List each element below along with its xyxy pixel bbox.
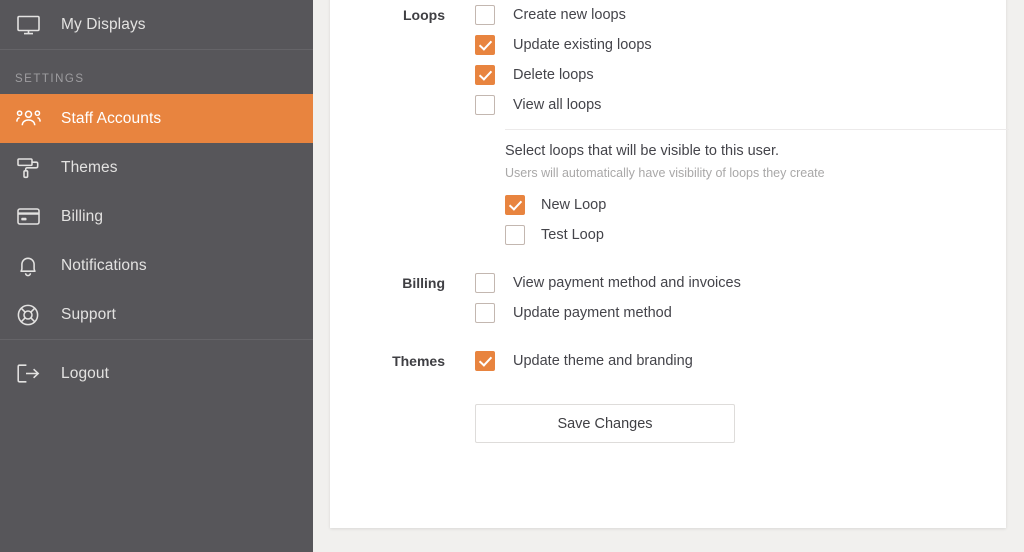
- sidebar-item-support[interactable]: Support: [0, 290, 313, 339]
- checkbox-view-all-loops[interactable]: [475, 95, 495, 115]
- permission-group-themes: Themes Update theme and branding: [330, 346, 1006, 376]
- checkbox-update-theme-and-branding[interactable]: [475, 351, 495, 371]
- permissions-form: Loops Create new loops Update existing l…: [330, 0, 1009, 443]
- loop-visibility-section: Select loops that will be visible to thi…: [505, 120, 1009, 250]
- checkbox-row-update-payment-method[interactable]: Update payment method: [475, 298, 1006, 328]
- checkbox-row-view-payment-method-and-invoices[interactable]: View payment method and invoices: [475, 268, 1006, 298]
- logout-arrow-icon: [14, 362, 42, 386]
- credit-card-icon: [14, 205, 42, 229]
- monitor-icon: [14, 13, 42, 37]
- sidebar: My Displays SETTINGS Staff Accounts Them…: [0, 0, 313, 552]
- group-options-billing: View payment method and invoices Update …: [445, 268, 1006, 328]
- sidebar-item-label: Notifications: [61, 256, 147, 274]
- checkbox-label: New Loop: [541, 197, 607, 213]
- checkbox-label: Update theme and branding: [513, 353, 693, 369]
- sidebar-item-label: Logout: [61, 364, 110, 382]
- sidebar-item-label: Billing: [61, 207, 104, 225]
- checkbox-row-update-theme-and-branding[interactable]: Update theme and branding: [475, 346, 1006, 376]
- loop-visibility-subtitle: Users will automatically have visibility…: [505, 166, 825, 180]
- save-changes-button[interactable]: Save Changes: [475, 404, 735, 443]
- checkbox-label: Update payment method: [513, 305, 672, 321]
- bell-icon: [14, 254, 42, 278]
- checkbox-test-loop[interactable]: [505, 225, 525, 245]
- group-label-themes: Themes: [392, 353, 445, 369]
- sidebar-item-my-displays[interactable]: My Displays: [0, 0, 313, 49]
- checkbox-label: Create new loops: [513, 7, 626, 23]
- sidebar-item-label: My Displays: [61, 15, 146, 33]
- group-label-billing: Billing: [402, 275, 445, 291]
- checkbox-row-new-loop[interactable]: New Loop: [505, 190, 1009, 220]
- permissions-card: Loops Create new loops Update existing l…: [330, 0, 1009, 528]
- checkbox-view-payment-method-and-invoices[interactable]: [475, 273, 495, 293]
- row-spacer: [330, 250, 1006, 268]
- lifebuoy-icon: [14, 303, 42, 327]
- sidebar-item-label: Staff Accounts: [61, 109, 162, 127]
- sidebar-item-staff-accounts[interactable]: Staff Accounts: [0, 94, 313, 143]
- paint-roller-icon: [14, 156, 42, 180]
- checkbox-update-payment-method[interactable]: [475, 303, 495, 323]
- sidebar-item-notifications[interactable]: Notifications: [0, 241, 313, 290]
- checkbox-label: Delete loops: [513, 67, 594, 83]
- checkbox-create-new-loops[interactable]: [475, 5, 495, 25]
- group-options-themes: Update theme and branding: [445, 346, 1006, 376]
- checkbox-row-update-existing-loops[interactable]: Update existing loops: [475, 30, 1009, 60]
- loop-visibility-title: Select loops that will be visible to thi…: [505, 143, 780, 159]
- sidebar-item-label: Support: [61, 305, 116, 323]
- checkbox-label: Update existing loops: [513, 37, 652, 53]
- people-group-icon: [14, 107, 42, 131]
- permission-group-billing: Billing View payment method and invoices…: [330, 268, 1006, 328]
- row-spacer: [330, 328, 1006, 346]
- sidebar-item-logout[interactable]: Logout: [0, 349, 313, 398]
- checkbox-label: View all loops: [513, 97, 602, 113]
- sidebar-item-billing[interactable]: Billing: [0, 192, 313, 241]
- checkbox-label: View payment method and invoices: [513, 275, 741, 291]
- checkbox-delete-loops[interactable]: [475, 65, 495, 85]
- sidebar-item-themes[interactable]: Themes: [0, 143, 313, 192]
- group-label-loops: Loops: [403, 7, 445, 23]
- checkbox-row-test-loop[interactable]: Test Loop: [505, 220, 1009, 250]
- checkbox-label: Test Loop: [541, 227, 604, 243]
- sidebar-item-label: Themes: [61, 158, 118, 176]
- checkbox-update-existing-loops[interactable]: [475, 35, 495, 55]
- checkbox-row-view-all-loops[interactable]: View all loops: [475, 90, 1009, 120]
- sidebar-section-heading: SETTINGS: [15, 73, 85, 85]
- permission-group-loops: Loops Create new loops Update existing l…: [330, 0, 1009, 250]
- group-options-loops: Create new loops Update existing loops D…: [445, 0, 1009, 250]
- section-divider: [505, 129, 1009, 130]
- checkbox-new-loop[interactable]: [505, 195, 525, 215]
- save-button-wrapper: Save Changes: [330, 376, 1006, 443]
- main-content-area: Loops Create new loops Update existing l…: [313, 0, 1024, 552]
- checkbox-row-create-new-loops[interactable]: Create new loops: [475, 0, 1009, 30]
- checkbox-row-delete-loops[interactable]: Delete loops: [475, 60, 1009, 90]
